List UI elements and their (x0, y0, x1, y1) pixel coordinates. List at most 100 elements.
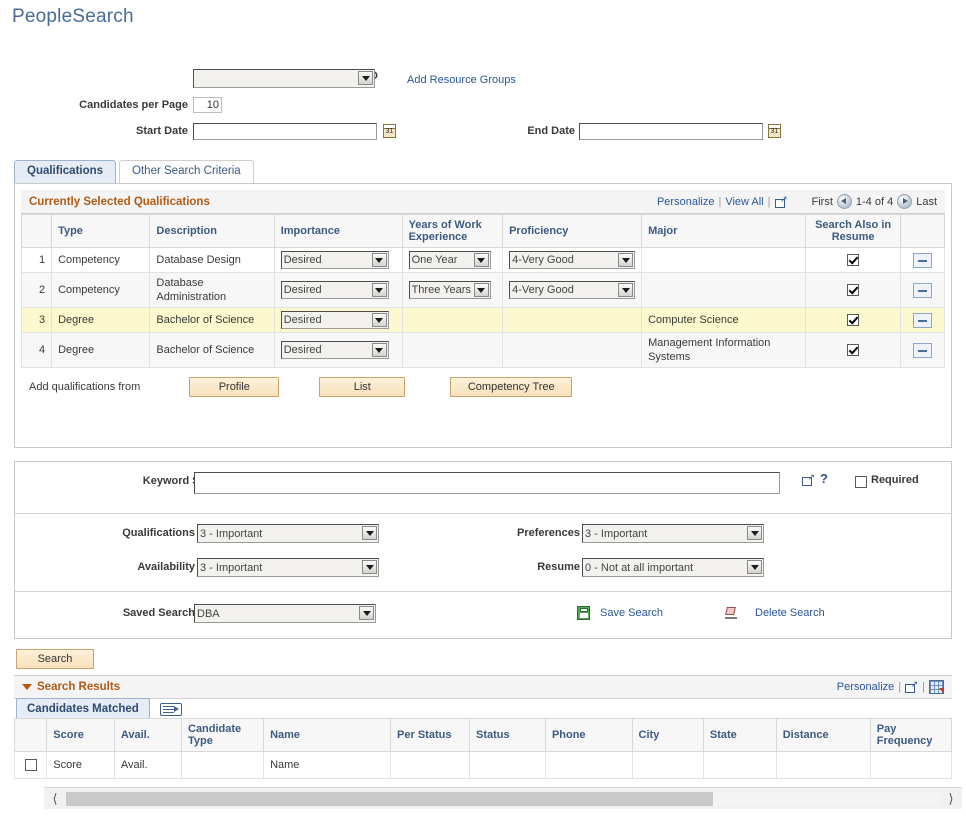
first-label[interactable]: First (812, 196, 833, 208)
search-also-in-resume-checkbox-row4[interactable] (847, 344, 859, 356)
save-icon[interactable] (577, 606, 590, 620)
grid-header-row: Type Description Importance Years of Wor… (22, 215, 945, 248)
help-icon[interactable]: ? (820, 471, 828, 486)
expand-keyword-icon[interactable] (802, 474, 815, 486)
remove-row-button-row2[interactable] (913, 283, 932, 298)
keyword-search-input[interactable] (194, 472, 780, 494)
importance-availability-select[interactable]: 3 - Important (197, 558, 379, 577)
results-personalize-link[interactable]: Personalize (837, 681, 894, 693)
personalize-link[interactable]: Personalize (657, 196, 714, 208)
years-select-row2[interactable]: Three Years (409, 281, 491, 299)
cell-avail: Avail. (114, 752, 181, 779)
next-page-icon[interactable] (897, 194, 912, 209)
search-button[interactable]: Search (16, 649, 94, 669)
col-search-also-in-resume: Search Also in Resume (806, 215, 901, 248)
cell-pay-frequency (870, 752, 951, 779)
col-description: Description (150, 215, 274, 248)
importance-select-row1[interactable]: Desired (281, 251, 389, 269)
results-horizontal-scrollbar[interactable]: ⟨ ⟩ (44, 787, 962, 809)
importance-qualifications-select[interactable]: 3 - Important (197, 524, 379, 543)
qualifications-grid: Type Description Importance Years of Wor… (21, 214, 945, 368)
cell-distance (776, 752, 870, 779)
calendar-icon-end-date[interactable] (768, 124, 781, 138)
competency-tree-button[interactable]: Competency Tree (450, 377, 572, 397)
add-qualifications-label: Add qualifications from (29, 381, 140, 393)
select-row-checkbox[interactable] (25, 759, 37, 771)
start-date-input[interactable] (193, 123, 377, 140)
cell-years (402, 308, 503, 333)
search-also-in-resume-checkbox-row3[interactable] (847, 314, 859, 326)
search-also-in-resume-checkbox-row2[interactable] (847, 284, 859, 296)
cell-select (15, 752, 47, 779)
collapse-triangle-icon[interactable] (22, 684, 32, 690)
tab-other-search-criteria[interactable]: Other Search Criteria (119, 160, 254, 183)
cell-importance: Desired (274, 248, 402, 273)
previous-page-icon[interactable] (837, 194, 852, 209)
scroll-right-icon[interactable]: ⟩ (940, 791, 962, 807)
col-major: Major (642, 215, 806, 248)
table-row: 2 Competency Database Administration Des… (22, 273, 945, 308)
scroll-left-icon[interactable]: ⟨ (44, 791, 66, 807)
importance-resume-select[interactable]: 0 - Not at all important (582, 558, 764, 577)
results-toolbar: Personalize | | (837, 680, 944, 694)
col-select (15, 719, 47, 752)
search-also-in-resume-checkbox-row1[interactable] (847, 254, 859, 266)
col-score: Score (47, 719, 115, 752)
save-search-link[interactable]: Save Search (600, 607, 663, 619)
years-select-row1[interactable]: One Year (409, 251, 491, 269)
cell-major (642, 273, 806, 308)
remove-row-button-row1[interactable] (913, 253, 932, 268)
col-status: Status (470, 719, 546, 752)
expand-all-columns-icon[interactable] (160, 703, 182, 716)
importance-select-row3[interactable]: Desired (281, 311, 389, 329)
col-name: Name (264, 719, 391, 752)
saved-search-panel: Saved Search DBA Save Search Delete Sear… (14, 591, 952, 639)
candidates-per-page-input[interactable] (193, 97, 222, 113)
scrollbar-thumb[interactable] (66, 792, 713, 806)
cell-description: Bachelor of Science (150, 308, 274, 333)
cell-search-also-in-resume (806, 273, 901, 308)
profile-button[interactable]: Profile (189, 377, 279, 397)
add-resource-groups-link[interactable]: Add Resource Groups (407, 74, 516, 86)
resource-group-id-select[interactable] (193, 69, 375, 88)
cell-description: Database Design (150, 248, 274, 273)
cell-importance: Desired (274, 333, 402, 368)
remove-row-button-row4[interactable] (913, 343, 932, 358)
list-button[interactable]: List (319, 377, 405, 397)
saved-search-select[interactable]: DBA (194, 604, 376, 623)
importance-panel: Qualifications 3 - Important Preferences… (14, 513, 952, 591)
importance-preferences-select[interactable]: 3 - Important (582, 524, 764, 543)
col-city: City (632, 719, 703, 752)
proficiency-select-row2[interactable]: 4-Very Good (509, 281, 635, 299)
tab-qualifications[interactable]: Qualifications (14, 160, 116, 183)
proficiency-select-row1[interactable]: 4-Very Good (509, 251, 635, 269)
separator: | (768, 196, 771, 208)
page-title: PeopleSearch (12, 6, 134, 28)
importance-select-row2[interactable]: Desired (281, 281, 389, 299)
importance-resume-label: Resume (390, 561, 580, 573)
cell-major (642, 248, 806, 273)
qualifications-section-title: Currently Selected Qualifications (29, 196, 210, 208)
importance-preferences-label: Preferences (390, 527, 580, 539)
col-state: State (703, 719, 776, 752)
cell-years: One Year (402, 248, 503, 273)
cell-importance: Desired (274, 308, 402, 333)
required-checkbox[interactable] (855, 476, 867, 488)
separator: | (922, 681, 925, 693)
search-criteria-tabs: Qualifications Other Search Criteria (14, 160, 254, 183)
cell-type: Competency (52, 248, 150, 273)
remove-row-button-row3[interactable] (913, 313, 932, 328)
end-date-input[interactable] (579, 123, 763, 140)
delete-search-link[interactable]: Delete Search (755, 607, 825, 619)
delete-icon[interactable] (724, 606, 738, 620)
new-window-icon[interactable] (905, 681, 918, 693)
last-label[interactable]: Last (916, 196, 937, 208)
table-row: 4 Degree Bachelor of Science Desired (22, 333, 945, 368)
cell-years: Three Years (402, 273, 503, 308)
importance-select-row4[interactable]: Desired (281, 341, 389, 359)
view-all-link[interactable]: View All (725, 196, 763, 208)
grid-navigation-bar: Personalize | View All | First 1-4 of 4 … (657, 194, 937, 209)
new-window-icon[interactable] (775, 196, 788, 208)
scrollbar-track[interactable] (66, 792, 940, 806)
download-grid-icon[interactable] (929, 680, 944, 694)
